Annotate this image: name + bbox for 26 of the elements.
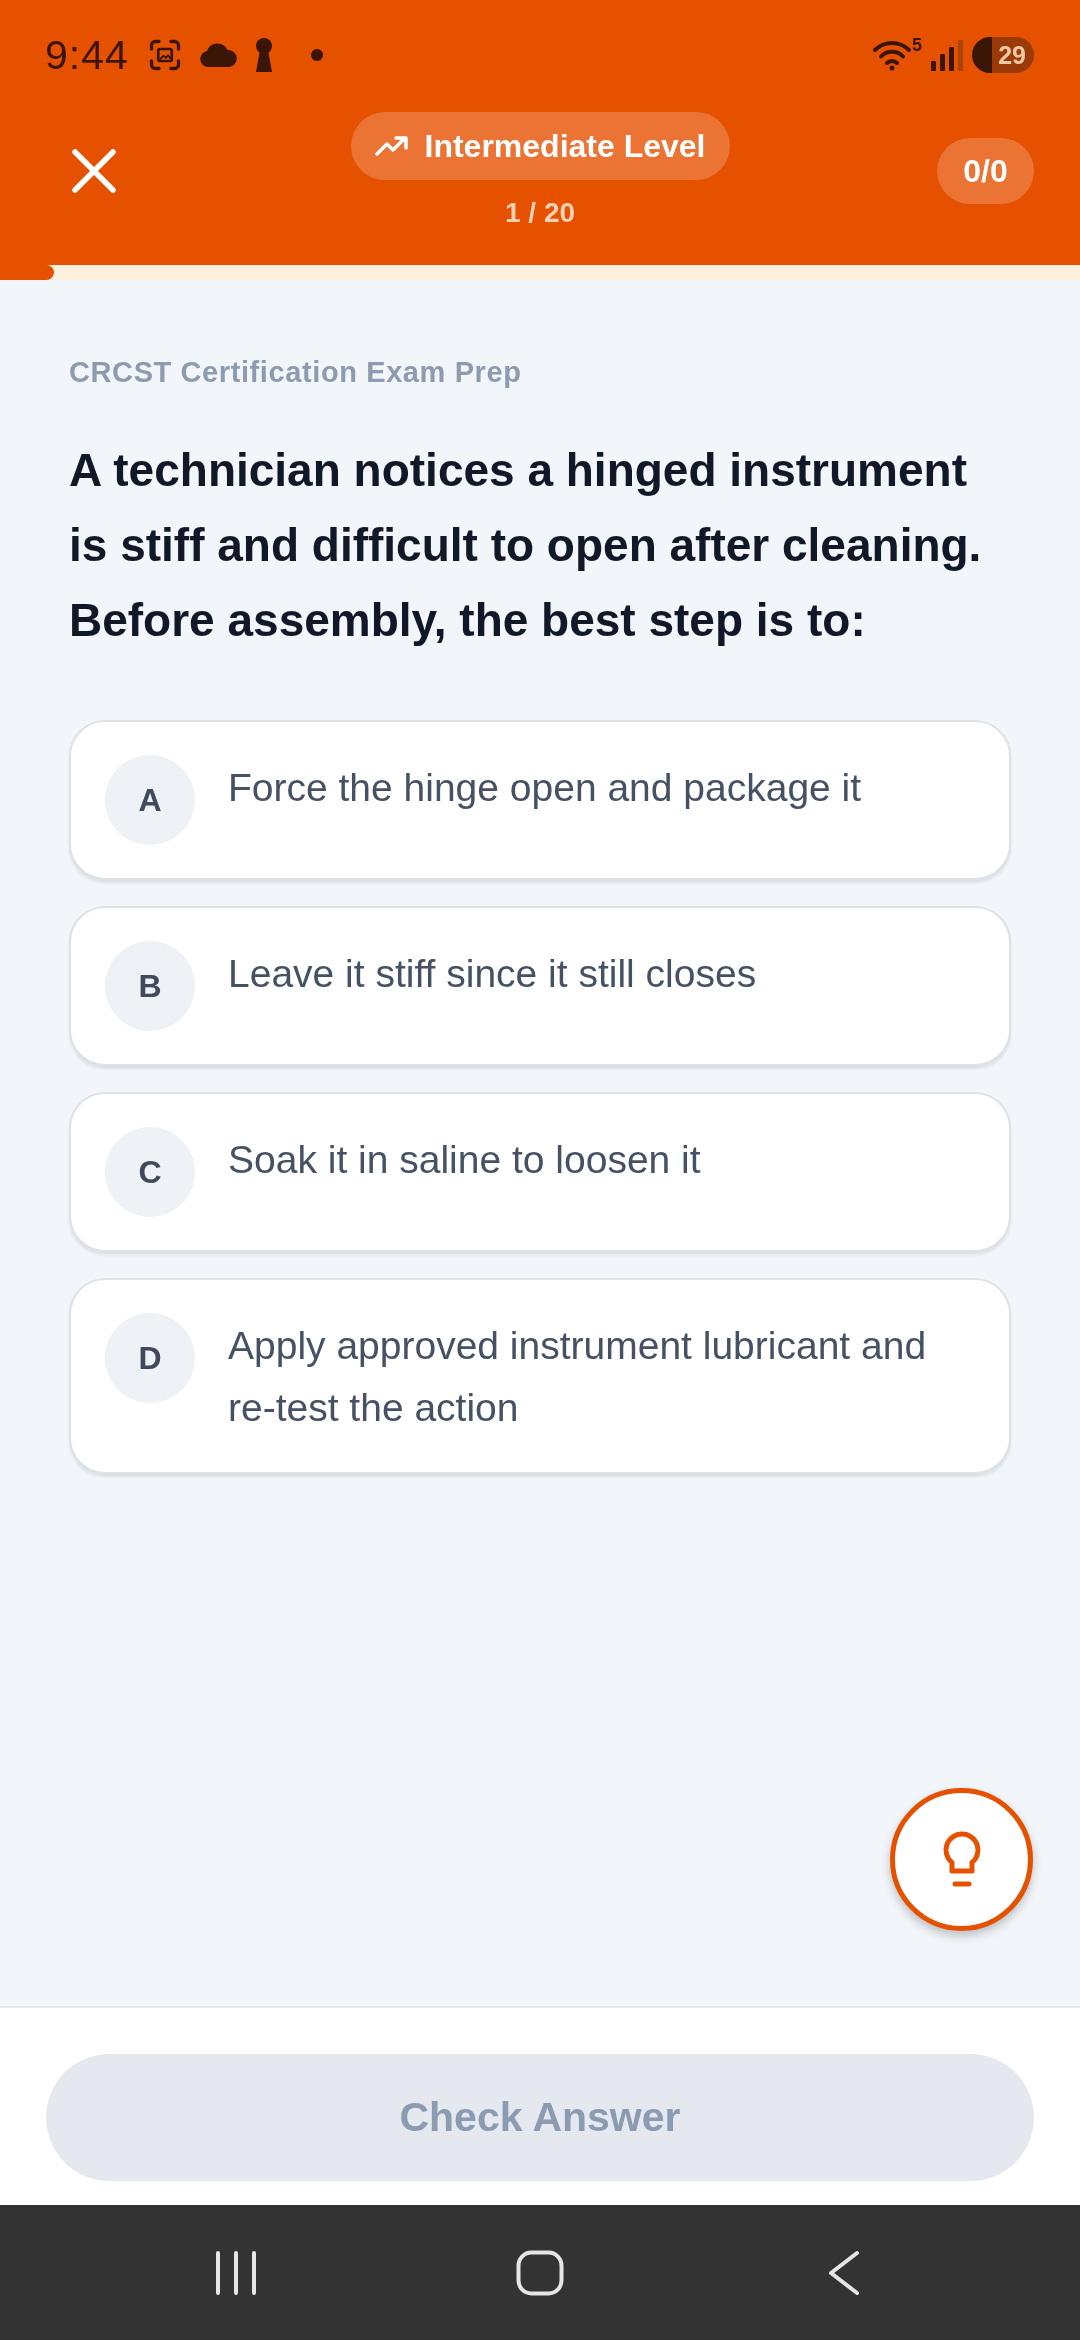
answer-option[interactable]: D Apply approved instrument lubricant and re-test the action [69, 1278, 1011, 1474]
answer-option[interactable]: B Leave it stiff since it still closes [69, 906, 1011, 1066]
option-letter: A [105, 755, 195, 845]
exam-title: CRCST Certification Exam Prep [69, 355, 523, 390]
recent-apps-icon[interactable] [215, 2249, 257, 2296]
trending-up-icon [374, 135, 409, 157]
answer-option[interactable]: A Force the hinge open and package it [69, 720, 1011, 880]
score-counter: 0/0 [937, 138, 1034, 204]
lightbulb-icon [941, 1830, 982, 1889]
wifi-icon [872, 39, 912, 71]
close-icon[interactable] [70, 147, 118, 195]
status-time: 9:44 [45, 31, 129, 79]
option-letter: B [105, 941, 195, 1031]
cloud-icon [198, 43, 237, 67]
level-label: Intermediate Level [424, 127, 706, 165]
home-icon[interactable] [516, 2249, 564, 2296]
option-letter: C [105, 1127, 195, 1217]
option-letter: D [105, 1313, 195, 1403]
answer-option[interactable]: C Soak it in saline to loosen it [69, 1092, 1011, 1252]
question-counter: 1 / 20 [504, 196, 576, 230]
signal-icon [930, 39, 964, 71]
wifi-band-label: 5 [912, 35, 922, 56]
battery-indicator: 29 [972, 37, 1034, 73]
back-icon[interactable] [828, 2249, 860, 2296]
question-text: A technician notices a hinged instrument is stiff and difficult to open after cleaning. Before assembly, the best step is to: [69, 443, 983, 648]
dot-icon [310, 49, 323, 61]
